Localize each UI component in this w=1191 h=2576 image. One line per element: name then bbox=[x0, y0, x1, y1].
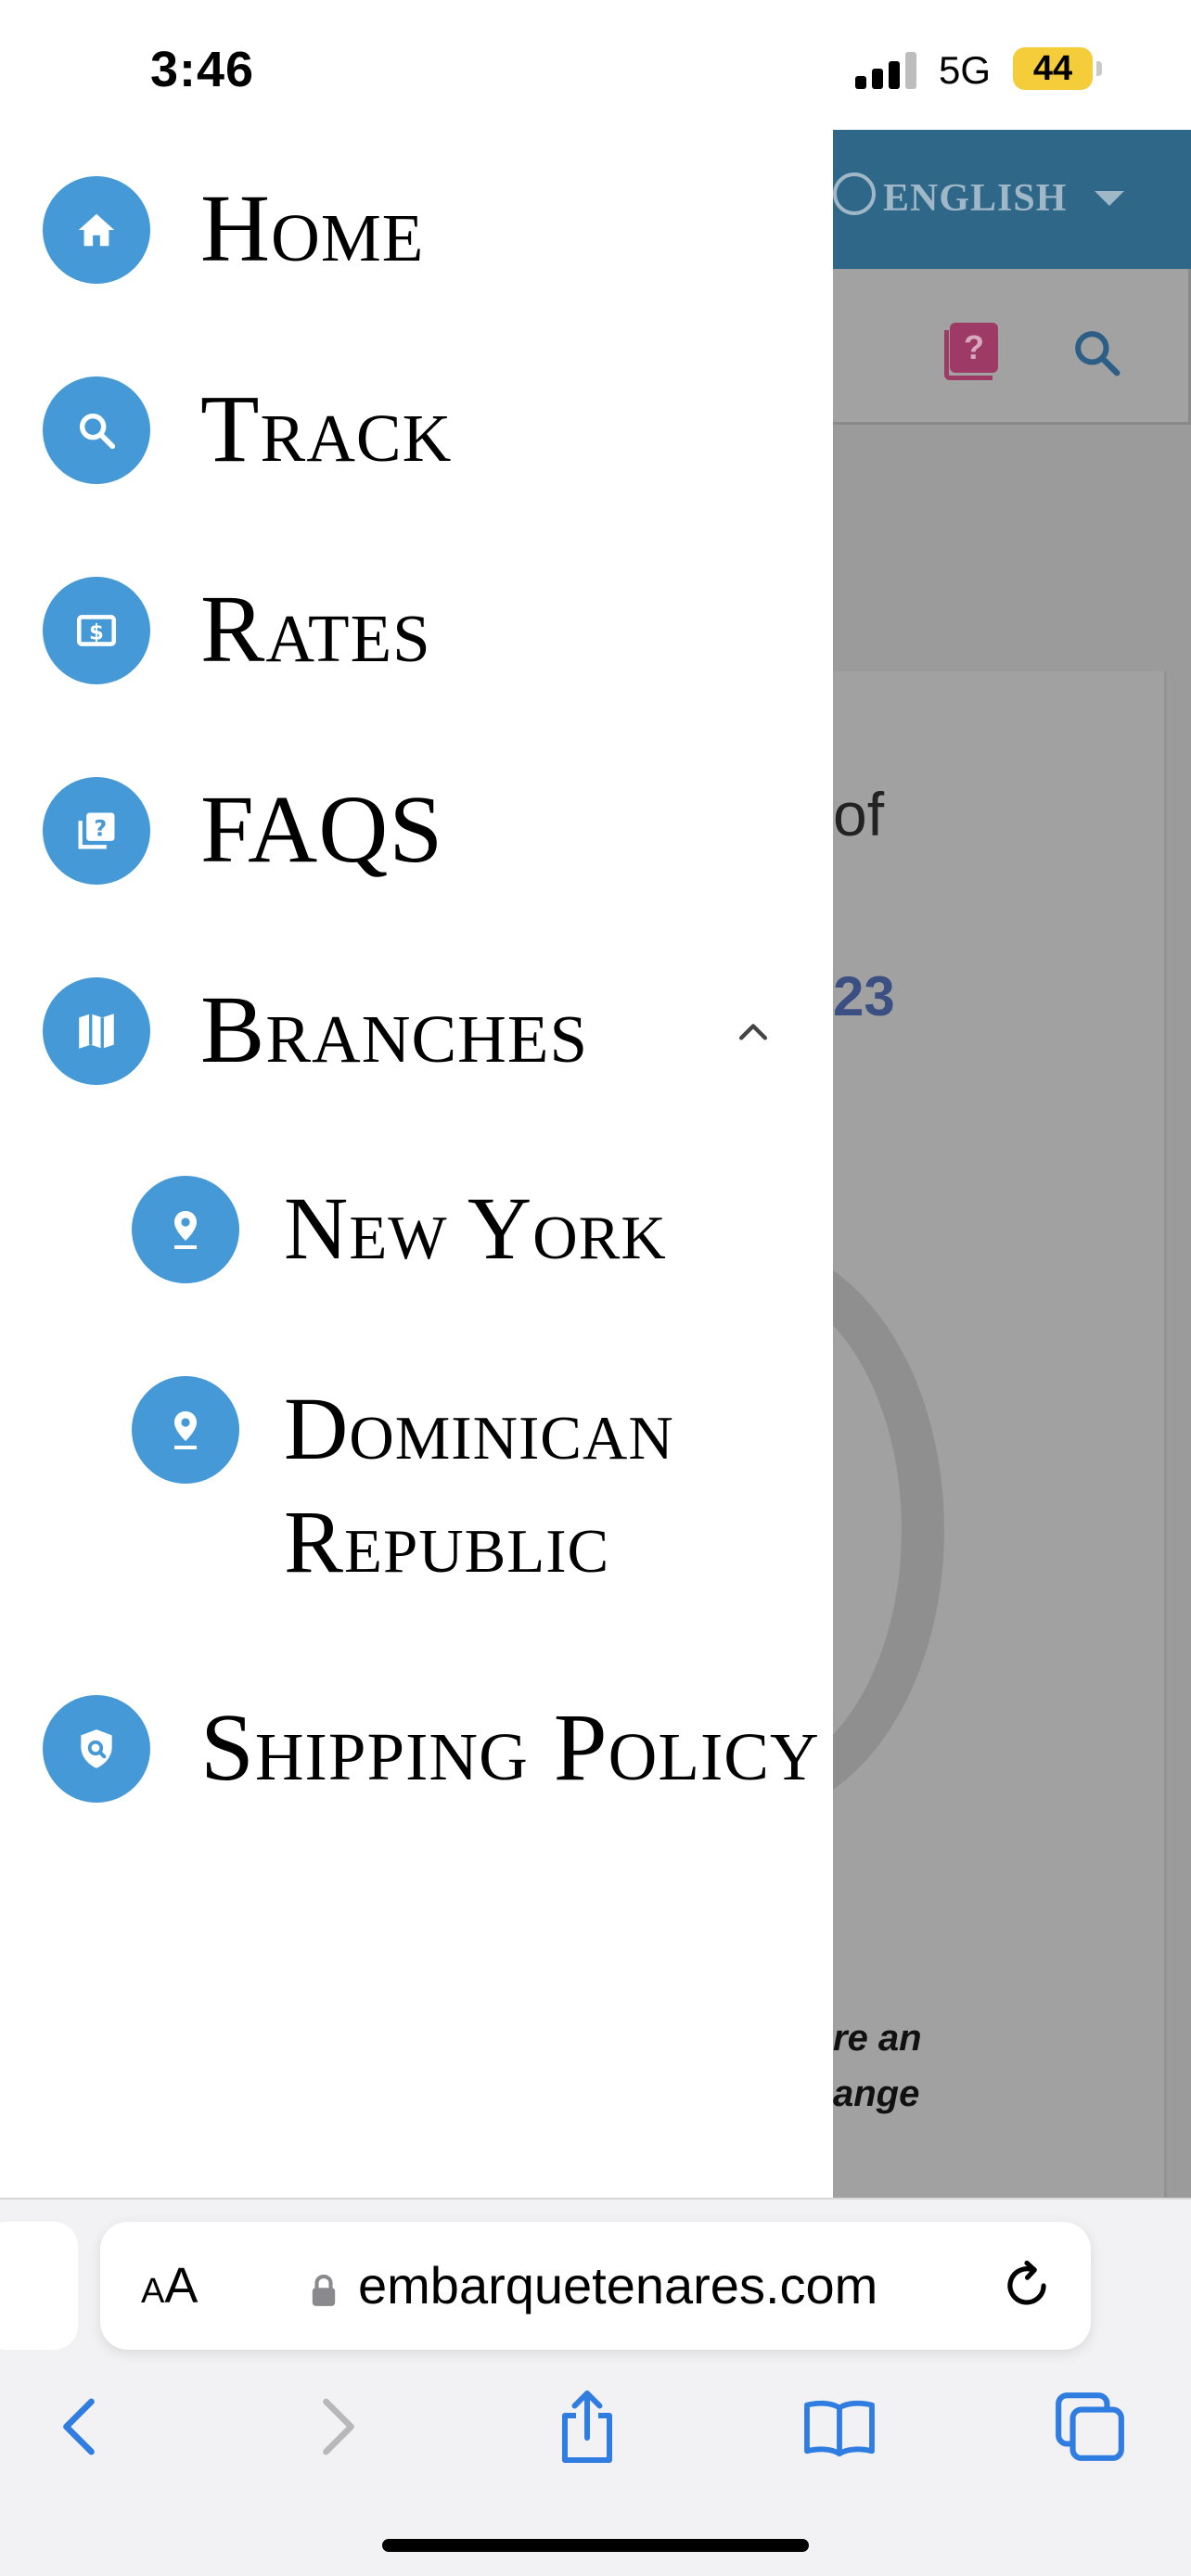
reader-settings-button[interactable]: AA bbox=[141, 2257, 198, 2315]
menu-item-rates[interactable]: $ Rates bbox=[0, 576, 833, 684]
network-type: 5G bbox=[939, 48, 992, 92]
search-icon[interactable] bbox=[1070, 326, 1122, 378]
background-page-overlay[interactable]: ENGLISH ? of 23 re an ange bbox=[833, 130, 1191, 2198]
background-text: of bbox=[833, 780, 885, 848]
map-icon bbox=[43, 977, 150, 1085]
menu-item-shipping-policy[interactable]: Shipping Policy bbox=[0, 1694, 833, 1803]
book-icon bbox=[804, 2400, 875, 2457]
battery-cap bbox=[1096, 61, 1102, 76]
submenu-item-dominican-republic[interactable]: Dominican Republic bbox=[0, 1376, 833, 1599]
caret-down-icon bbox=[1095, 191, 1124, 206]
search-icon bbox=[43, 376, 150, 484]
chevron-left-icon bbox=[63, 2398, 95, 2455]
location-pin-icon bbox=[132, 1376, 239, 1484]
home-icon bbox=[43, 176, 150, 284]
back-button[interactable] bbox=[37, 2385, 121, 2468]
site-toolbar: ? bbox=[833, 269, 1191, 425]
site-header: ENGLISH bbox=[833, 130, 1191, 269]
menu-label: FAQS bbox=[200, 776, 444, 883]
status-bar: 3:46 5G 44 bbox=[0, 0, 1191, 130]
menu-label: Shipping Policy bbox=[200, 1694, 820, 1801]
background-number: 23 bbox=[833, 965, 895, 1027]
tabs-icon bbox=[1056, 2392, 1124, 2461]
previous-tab-preview[interactable] bbox=[0, 2222, 78, 2350]
chevron-up-icon[interactable] bbox=[733, 1011, 774, 1052]
menu-label: Track bbox=[200, 376, 453, 482]
background-italic-text: ange bbox=[833, 2073, 920, 2114]
faq-icon: ? bbox=[43, 777, 150, 885]
share-icon bbox=[562, 2391, 612, 2463]
menu-item-faqs[interactable]: ? FAQS bbox=[0, 776, 833, 885]
tabs-button[interactable] bbox=[1048, 2385, 1132, 2468]
forward-button[interactable] bbox=[297, 2385, 380, 2468]
home-indicator[interactable] bbox=[382, 2539, 809, 2552]
submenu-label-line2: Republic bbox=[284, 1492, 610, 1591]
globe-icon bbox=[833, 172, 876, 215]
address-bar[interactable]: AA embarquetenares.com bbox=[100, 2222, 1091, 2350]
submenu-item-new-york[interactable]: New York bbox=[0, 1176, 833, 1283]
menu-item-home[interactable]: Home bbox=[0, 175, 833, 284]
navigation-drawer: Home Track $ Rates ? FAQS Branches New Y… bbox=[0, 130, 833, 2198]
svg-text:$: $ bbox=[89, 620, 104, 644]
language-selector[interactable]: ENGLISH bbox=[883, 176, 1067, 221]
shield-search-icon bbox=[43, 1695, 150, 1803]
lock-icon bbox=[312, 2274, 336, 2306]
menu-label: Branches bbox=[200, 976, 589, 1083]
menu-label: Home bbox=[200, 175, 425, 282]
bookmarks-button[interactable] bbox=[798, 2385, 881, 2468]
reload-icon[interactable] bbox=[998, 2257, 1056, 2315]
menu-label: Rates bbox=[200, 576, 431, 682]
submenu-label: New York bbox=[284, 1179, 667, 1278]
faq-icon[interactable]: ? bbox=[950, 323, 998, 373]
url-text: embarquetenares.com bbox=[358, 2256, 878, 2315]
menu-item-branches[interactable]: Branches bbox=[0, 976, 833, 1085]
submenu-label: Dominican bbox=[284, 1379, 674, 1478]
share-button[interactable] bbox=[545, 2385, 629, 2468]
chevron-right-icon bbox=[323, 2398, 354, 2455]
svg-text:?: ? bbox=[94, 815, 107, 841]
background-italic-text: re an bbox=[833, 2018, 922, 2059]
dollar-icon: $ bbox=[43, 577, 150, 684]
location-pin-icon bbox=[132, 1176, 239, 1283]
cellular-signal-icon bbox=[855, 52, 920, 89]
battery-icon: 44 bbox=[1013, 47, 1093, 90]
battery-level: 44 bbox=[1032, 48, 1073, 88]
status-time: 3:46 bbox=[150, 42, 255, 97]
browser-toolbar: AA embarquetenares.com bbox=[0, 2198, 1191, 2576]
menu-item-track[interactable]: Track bbox=[0, 376, 833, 484]
